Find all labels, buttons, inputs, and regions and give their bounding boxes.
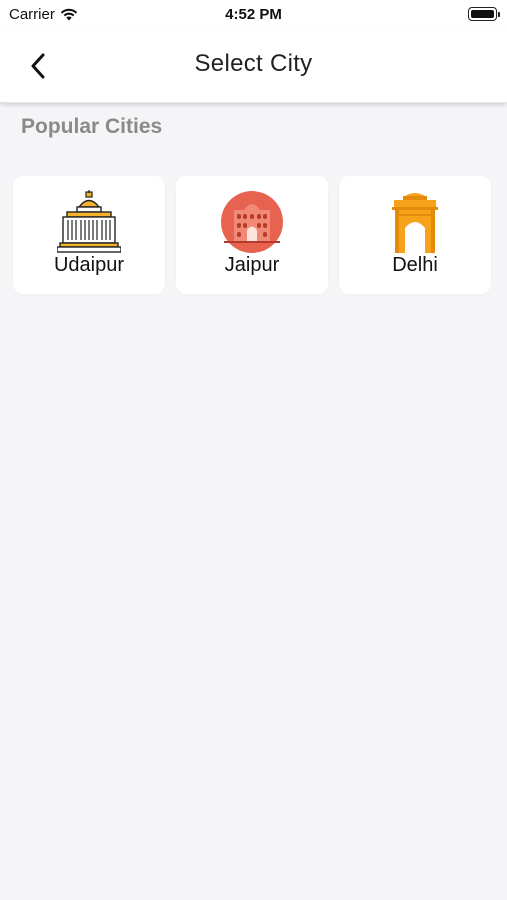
section-title: Popular Cities [21, 115, 163, 138]
city-card-udaipur[interactable]: Udaipur [13, 176, 165, 294]
city-label-udaipur: Udaipur [53, 254, 125, 276]
status-bar: Carrier 4:52 PM [0, 0, 507, 30]
city-card-jaipur[interactable]: Jaipur [176, 176, 328, 294]
india-gate-icon [383, 190, 447, 254]
city-card-delhi[interactable]: Delhi [339, 176, 491, 294]
palace-icon [57, 190, 121, 254]
page-title: Select City [194, 50, 313, 77]
hawa-mahal-icon [220, 190, 284, 254]
city-grid: Udaipur Jaipur Delhi [13, 176, 491, 294]
city-label-jaipur: Jaipur [224, 254, 280, 276]
city-label-delhi: Delhi [392, 254, 438, 276]
navigation-bar: Select City [0, 30, 507, 103]
status-time: 4:52 PM [225, 6, 282, 23]
battery-icon [468, 7, 500, 21]
